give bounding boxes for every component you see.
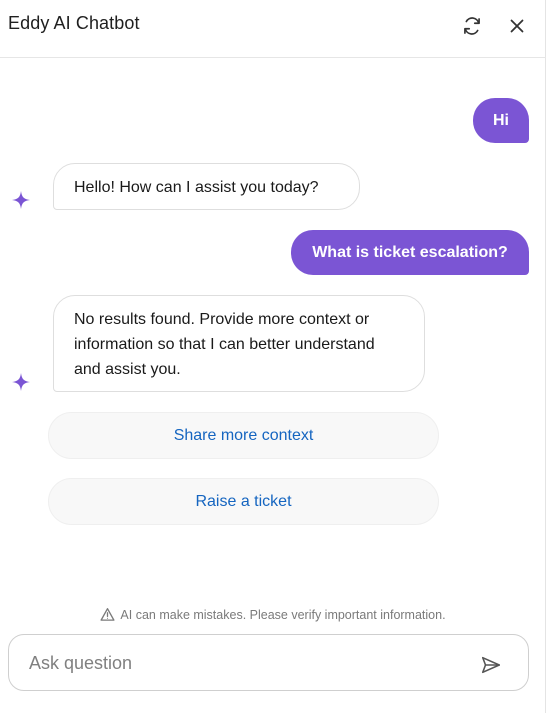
send-icon xyxy=(481,656,501,674)
refresh-icon xyxy=(464,17,480,35)
bot-message: Hello! How can I assist you today? xyxy=(53,163,360,210)
chatbot-window: Eddy AI Chatbot Hi Hello! How can I assi… xyxy=(0,0,546,713)
sparkle-icon xyxy=(12,373,30,391)
send-button[interactable] xyxy=(479,653,503,677)
ask-question-input[interactable] xyxy=(29,650,469,676)
chat-header: Eddy AI Chatbot xyxy=(0,0,546,58)
raise-ticket-button[interactable]: Raise a ticket xyxy=(48,478,439,525)
close-button[interactable] xyxy=(504,13,530,39)
disclaimer: AI can make mistakes. Please verify impo… xyxy=(0,607,546,622)
sparkle-icon xyxy=(12,191,30,209)
refresh-button[interactable] xyxy=(459,13,485,39)
question-input-box xyxy=(8,634,529,691)
share-more-context-button[interactable]: Share more context xyxy=(48,412,439,459)
close-icon xyxy=(510,19,524,33)
disclaimer-text: AI can make mistakes. Please verify impo… xyxy=(120,607,446,622)
chat-title: Eddy AI Chatbot xyxy=(8,13,140,33)
warning-icon xyxy=(100,608,115,621)
bot-message: No results found. Provide more context o… xyxy=(53,295,425,392)
user-message: Hi xyxy=(473,98,529,143)
user-message: What is ticket escalation? xyxy=(291,230,529,275)
